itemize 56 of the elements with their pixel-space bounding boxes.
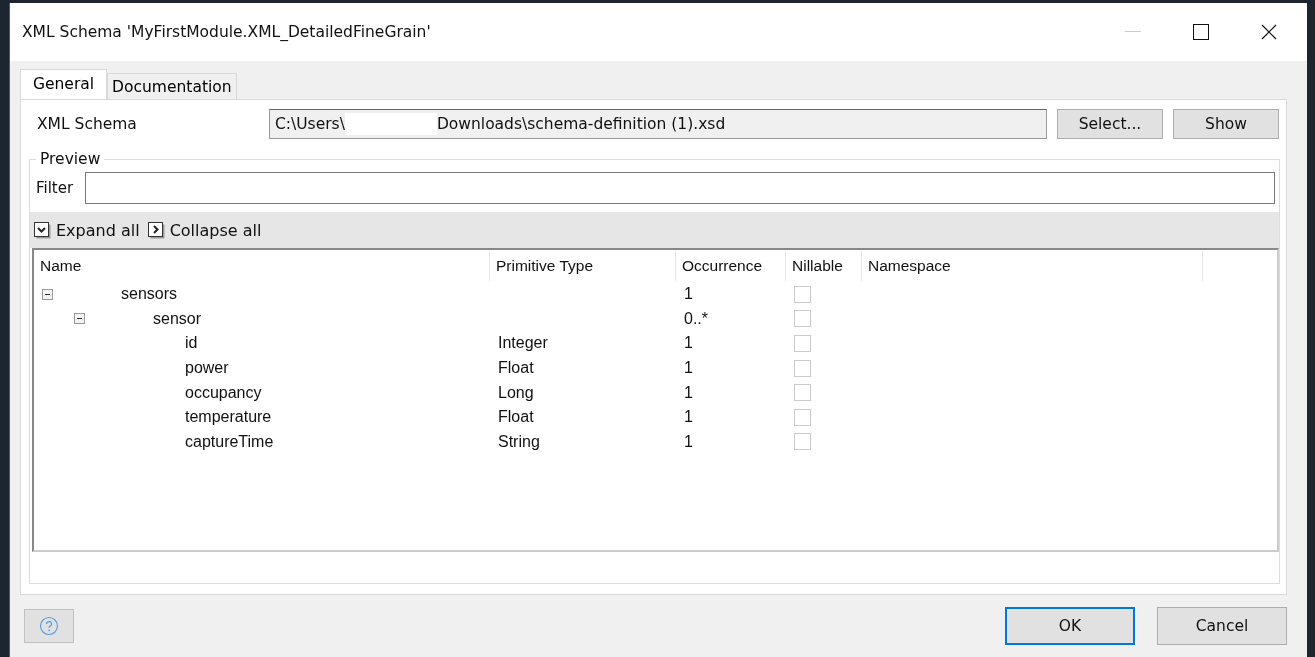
button[interactable]: Cancel — [1157, 607, 1287, 645]
checkbox[interactable] — [794, 310, 811, 328]
occurrence-cell: 1 — [684, 334, 693, 353]
filter-label: Filter — [36, 179, 74, 197]
occurrence-cell: 1 — [684, 383, 693, 402]
minus-box-icon[interactable] — [74, 313, 85, 325]
type-cell: Float — [498, 408, 534, 427]
path-text: C:\Users\ — [275, 115, 345, 133]
window-title: XML Schema 'MyFirstModule.XML_DetailedFineGrain' — [22, 23, 431, 41]
maximize-icon[interactable] — [1193, 24, 1209, 40]
filter-field[interactable] — [85, 172, 1275, 204]
column-header[interactable]: Namespace — [862, 251, 1203, 281]
schema-label: XML Schema — [37, 115, 138, 133]
name-cell: temperature — [185, 408, 272, 427]
button[interactable]: Show — [1173, 109, 1279, 139]
type-cell: Integer — [498, 334, 548, 353]
occurrence-cell: 1 — [684, 285, 693, 304]
minimize-icon[interactable] — [1125, 31, 1141, 33]
occurrence-cell: 1 — [684, 359, 693, 378]
occurrence-cell: 1 — [684, 432, 693, 451]
minus-box-icon[interactable] — [42, 288, 53, 300]
column-header[interactable]: Name — [34, 251, 490, 281]
name-cell: power — [185, 359, 229, 378]
button[interactable]: Select... — [1057, 109, 1163, 139]
checkbox[interactable] — [794, 433, 811, 451]
type-cell: Long — [498, 383, 534, 402]
chevron-right-icon — [147, 221, 165, 239]
checkbox[interactable] — [794, 408, 811, 426]
path-field[interactable]: C:\Users\ Downloads\schema-definition (1).xsd — [269, 109, 1047, 139]
toolbar-button[interactable]: Collapse all — [147, 220, 262, 240]
chevron-down-icon — [34, 221, 51, 239]
checkbox[interactable] — [794, 384, 811, 402]
group-title: Preview — [39, 150, 102, 168]
checkbox[interactable] — [794, 359, 811, 377]
checkbox[interactable] — [794, 285, 811, 303]
toolbar-button[interactable]: Expand all — [34, 220, 140, 240]
type-cell: Float — [498, 359, 534, 378]
occurrence-cell: 0..* — [684, 309, 708, 328]
occurrence-cell: 1 — [684, 408, 693, 427]
name-cell: occupancy — [185, 383, 262, 402]
checkbox[interactable] — [794, 335, 811, 352]
button[interactable]: OK — [1005, 607, 1135, 645]
path-text: Downloads\schema-definition (1).xsd — [436, 115, 726, 133]
tab[interactable]: General — [20, 69, 108, 99]
question-icon — [39, 616, 59, 636]
column-header[interactable]: Occurrence — [676, 251, 786, 281]
name-cell: sensor — [153, 309, 202, 328]
help-button[interactable] — [24, 609, 74, 643]
tab[interactable]: Documentation — [107, 73, 237, 99]
type-cell: String — [498, 432, 540, 451]
close-icon[interactable] — [1261, 24, 1277, 40]
name-cell: id — [185, 334, 198, 353]
name-cell: sensors — [121, 285, 178, 304]
column-header[interactable]: Primitive Type — [490, 251, 676, 281]
column-header[interactable]: Nillable — [786, 251, 862, 281]
name-cell: captureTime — [185, 432, 274, 451]
